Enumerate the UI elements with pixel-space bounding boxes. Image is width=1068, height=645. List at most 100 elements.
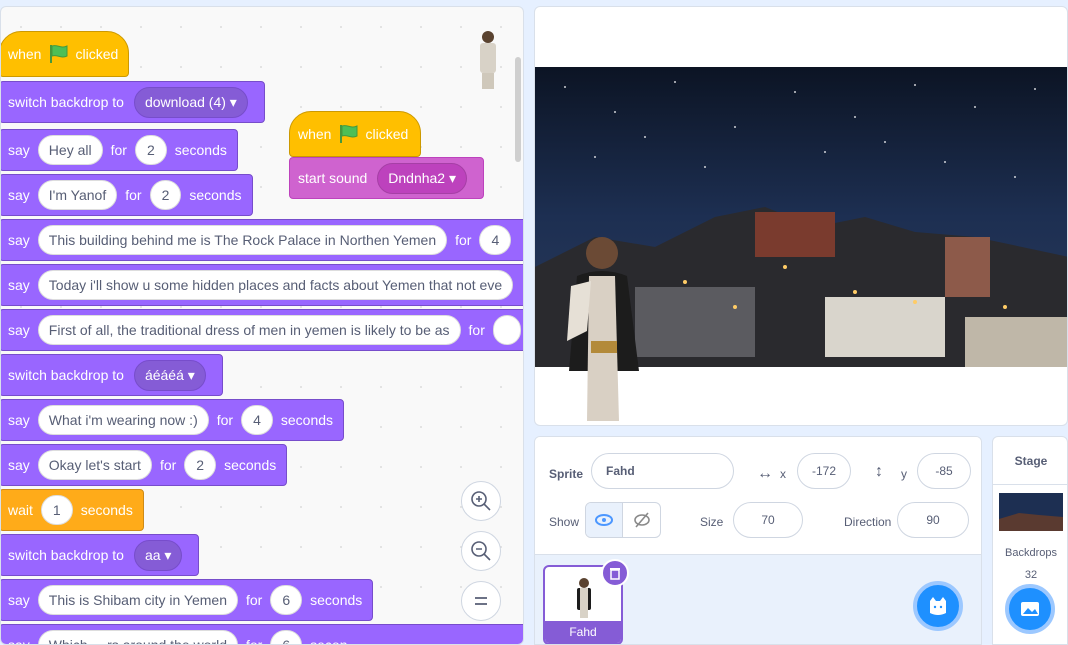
zoom-reset-button[interactable] xyxy=(461,581,501,621)
block-label: for xyxy=(455,232,472,248)
block-label: for xyxy=(216,412,234,428)
seconds-input[interactable]: 2 xyxy=(149,180,182,210)
say-for-block[interactable]: say This is Shibam city in Yemen for 6 s… xyxy=(1,579,374,621)
size-input[interactable]: 70 xyxy=(733,502,803,538)
say-for-block[interactable]: say What i'm wearing now :) for 4 second… xyxy=(1,399,345,441)
size-value: 70 xyxy=(761,513,775,527)
seconds-input[interactable]: 6 xyxy=(270,630,303,644)
zoom-out-button[interactable] xyxy=(461,531,501,571)
show-toggle xyxy=(585,502,661,538)
block-label: seconds xyxy=(224,457,277,473)
sprite-thumbnail-image xyxy=(577,578,591,618)
stage-target-pane[interactable]: Stage Backdrops 32 xyxy=(992,436,1068,645)
switch-backdrop-block[interactable]: switch backdrop to áéáéá ▾ xyxy=(1,354,223,396)
sprite-list: Fahd xyxy=(535,555,981,644)
stage-title: Stage xyxy=(993,437,1067,485)
seconds-input[interactable] xyxy=(492,315,521,345)
dropdown-value: Dndnha2 xyxy=(388,169,446,186)
show-visible-button[interactable] xyxy=(586,503,624,537)
cat-add-icon xyxy=(930,597,946,615)
say-for-block[interactable]: say Hey all for 2 seconds xyxy=(1,129,238,171)
block-label: for xyxy=(245,637,263,645)
stage-canvas[interactable] xyxy=(534,6,1068,426)
block-label: say xyxy=(8,232,30,248)
seconds-input[interactable]: 4 xyxy=(479,225,512,255)
size-label: Size xyxy=(700,515,724,529)
say-text-input[interactable]: What i'm wearing now :) xyxy=(37,405,209,435)
y-value: -85 xyxy=(935,464,953,478)
code-area[interactable]: when clicked switch backdrop to download… xyxy=(0,6,524,645)
choose-backdrop-button[interactable] xyxy=(1005,584,1055,634)
eye-icon xyxy=(595,514,613,526)
seconds-input[interactable]: 6 xyxy=(270,585,303,615)
say-text-input[interactable]: First of all, the traditional dress of m… xyxy=(37,315,461,345)
say-block[interactable]: say Today i'll show u some hidden places… xyxy=(1,264,523,306)
direction-input[interactable]: 90 xyxy=(897,502,969,538)
code-scrollbar[interactable] xyxy=(515,57,521,162)
say-text-input[interactable]: This is Shibam city in Yemen xyxy=(37,585,238,615)
backdrop-dropdown[interactable]: aa ▾ xyxy=(133,539,183,571)
say-text-input[interactable]: Hey all xyxy=(37,135,103,165)
say-for-block[interactable]: say This building behind me is The Rock … xyxy=(1,219,523,261)
chevron-down-icon: ▾ xyxy=(187,366,195,383)
sprite-name-input[interactable]: Fahd xyxy=(591,453,734,489)
dropdown-value: aa xyxy=(144,546,161,563)
seconds-input[interactable]: 2 xyxy=(134,135,167,165)
when-flag-clicked-block[interactable]: when clicked xyxy=(1,31,130,77)
block-label: for xyxy=(246,592,263,608)
backdrops-count: 32 xyxy=(1024,569,1038,581)
green-flag-icon xyxy=(50,45,68,63)
delete-sprite-button[interactable] xyxy=(601,559,629,587)
block-label: clicked xyxy=(365,126,409,142)
block-label: seconds xyxy=(80,502,133,518)
y-position-input[interactable]: -85 xyxy=(917,453,971,489)
say-text-input[interactable]: Okay let's start xyxy=(37,450,152,480)
say-text-input[interactable]: I'm Yanof xyxy=(37,180,118,210)
sprite-info-panel: Sprite Fahd ↔ x -172 ↕ y -85 Show Size 7… xyxy=(535,437,981,555)
direction-value: 90 xyxy=(926,513,940,527)
x-position-input[interactable]: -172 xyxy=(797,453,851,489)
switch-backdrop-block[interactable]: switch backdrop to aa ▾ xyxy=(1,534,200,576)
block-label: switch backdrop to xyxy=(8,367,124,383)
say-for-block[interactable]: say First of all, the traditional dress … xyxy=(1,309,523,351)
seconds-input[interactable]: 4 xyxy=(241,405,273,435)
block-label: when xyxy=(298,126,332,142)
block-label: for xyxy=(159,457,177,473)
sprite-label: Sprite xyxy=(549,467,584,481)
direction-label: Direction xyxy=(844,515,892,529)
block-label: switch backdrop to xyxy=(8,94,124,110)
say-text-input[interactable]: Today i'll show u some hidden places and… xyxy=(37,270,514,300)
chevron-down-icon: ▾ xyxy=(448,169,457,186)
switch-backdrop-block[interactable]: switch backdrop to download (4) ▾ xyxy=(1,81,265,123)
when-flag-clicked-block-2[interactable]: when clicked xyxy=(289,111,421,157)
backdrop-dropdown[interactable]: download (4) ▾ xyxy=(133,86,248,118)
image-add-icon xyxy=(1021,602,1039,616)
block-label: seconds xyxy=(280,412,334,428)
zoom-in-button[interactable] xyxy=(461,481,501,521)
sprite-name-value: Fahd xyxy=(606,464,635,478)
block-label: say xyxy=(8,412,30,428)
say-text-input[interactable]: This building behind me is The Rock Pala… xyxy=(37,225,448,255)
seconds-input[interactable]: 1 xyxy=(40,495,73,525)
stage-backdrop-thumbnail xyxy=(999,493,1063,531)
block-label: seconds xyxy=(189,187,242,203)
backdrop-dropdown[interactable]: áéáéá ▾ xyxy=(133,359,206,391)
block-label: seconds xyxy=(174,142,227,158)
say-for-block[interactable]: say Which ... rs around the world for 6 … xyxy=(1,624,523,645)
zoom-out-icon xyxy=(471,541,491,561)
say-text-input[interactable]: Which ... rs around the world xyxy=(37,630,238,644)
wait-block[interactable]: wait 1 seconds xyxy=(1,489,144,531)
say-for-block[interactable]: say Okay let's start for 2 seconds xyxy=(1,444,288,486)
sprite-preview-icon xyxy=(480,31,496,89)
show-hidden-button[interactable] xyxy=(623,503,660,537)
green-flag-icon xyxy=(340,125,358,143)
seconds-input[interactable]: 2 xyxy=(184,450,217,480)
zoom-in-icon xyxy=(471,491,491,511)
say-for-block[interactable]: say I'm Yanof for 2 seconds xyxy=(1,174,253,216)
sprite-character-fahd xyxy=(567,237,639,421)
start-sound-block[interactable]: start sound Dndnha2 ▾ xyxy=(289,157,485,199)
sound-dropdown[interactable]: Dndnha2 ▾ xyxy=(377,162,468,194)
sprite-thumbnail-name: Fahd xyxy=(545,621,621,643)
x-label: x xyxy=(780,467,786,481)
choose-sprite-button[interactable] xyxy=(913,581,963,631)
